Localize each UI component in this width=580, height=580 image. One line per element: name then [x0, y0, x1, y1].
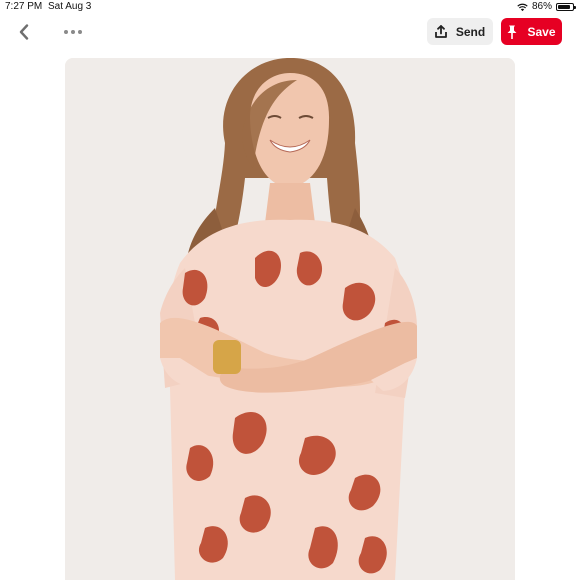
share-upload-icon [434, 25, 447, 38]
status-bar: 7:27 PM Sat Aug 3 86% [0, 0, 580, 14]
chevron-left-icon [19, 24, 29, 40]
save-label: Save [527, 24, 556, 39]
more-dot [64, 30, 68, 34]
more-dot [78, 30, 82, 34]
status-right: 86% [517, 0, 576, 14]
status-time: 7:27 PM [5, 1, 43, 12]
back-button[interactable] [12, 20, 36, 44]
battery-icon [556, 3, 576, 11]
battery-percent: 86% [531, 1, 552, 12]
battery-fill [558, 5, 571, 9]
neck [265, 183, 315, 223]
pin-photo [65, 58, 515, 580]
send-label: Send [455, 24, 486, 39]
gold-cuff [213, 340, 241, 374]
pin-icon [507, 25, 517, 39]
pin-toolbar: Send Save [0, 14, 580, 50]
pin-image[interactable] [65, 58, 515, 580]
wifi-icon [517, 3, 528, 11]
save-button[interactable]: Save [501, 18, 562, 45]
more-dot [71, 30, 75, 34]
more-options-button[interactable] [58, 20, 88, 44]
status-date: Sat Aug 3 [48, 1, 92, 12]
send-button[interactable]: Send [427, 18, 493, 45]
